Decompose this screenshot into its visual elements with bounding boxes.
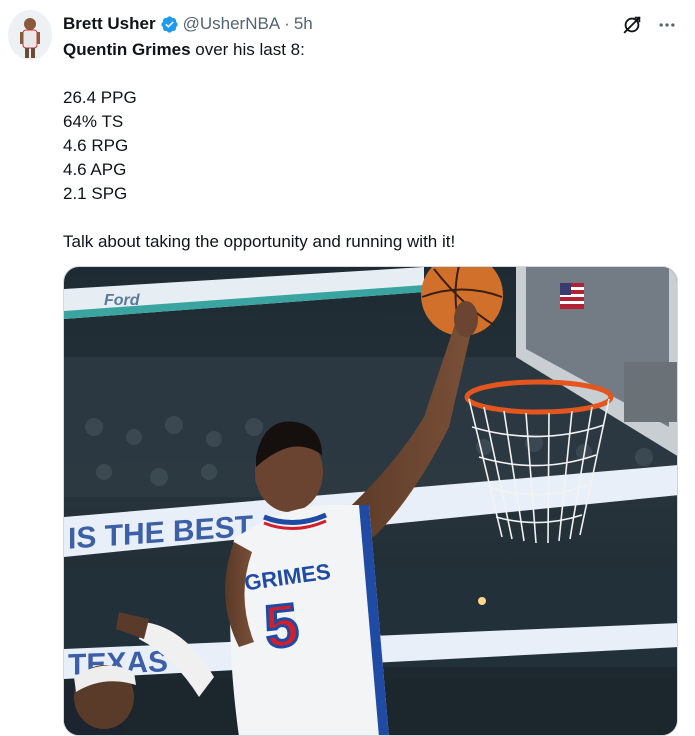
timestamp[interactable]: 5h — [294, 14, 313, 34]
tweet-text: Quentin Grimes over his last 8: 26.4 PPG… — [63, 38, 663, 254]
author-handle[interactable]: @UsherNBA — [183, 14, 281, 34]
more-icon[interactable] — [657, 15, 677, 35]
separator-dot: · — [284, 14, 290, 33]
avatar[interactable] — [8, 10, 52, 60]
player-name: Quentin Grimes — [63, 40, 191, 59]
stat-line: 64% TS — [63, 112, 124, 131]
tweet-intro-rest: over his last 8: — [190, 40, 305, 59]
stat-line: 26.4 PPG — [63, 88, 137, 107]
tweet-closing: Talk about taking the opportunity and ru… — [63, 232, 456, 251]
stat-line: 4.6 RPG — [63, 136, 129, 155]
tweet-actions-top — [621, 14, 677, 36]
jersey-number: 5 — [261, 591, 301, 661]
tweet-header: Brett Usher @UsherNBA · 5h — [63, 12, 313, 36]
verified-badge-icon — [160, 15, 178, 33]
tweet-photo[interactable]: Ford IS THE BEST TEXAS GRIMES 5 — [63, 266, 678, 736]
grok-icon[interactable] — [621, 14, 643, 36]
ford-sign: Ford — [104, 292, 141, 309]
basketball-photo: Ford IS THE BEST TEXAS GRIMES 5 — [64, 267, 677, 735]
author-name[interactable]: Brett Usher — [63, 14, 156, 34]
stat-line: 4.6 APG — [63, 160, 127, 179]
us-flag — [560, 283, 584, 309]
stat-line: 2.1 SPG — [63, 184, 128, 203]
tweet-intro: Quentin Grimes over his last 8: — [63, 38, 663, 62]
avatar-icon — [8, 10, 52, 60]
